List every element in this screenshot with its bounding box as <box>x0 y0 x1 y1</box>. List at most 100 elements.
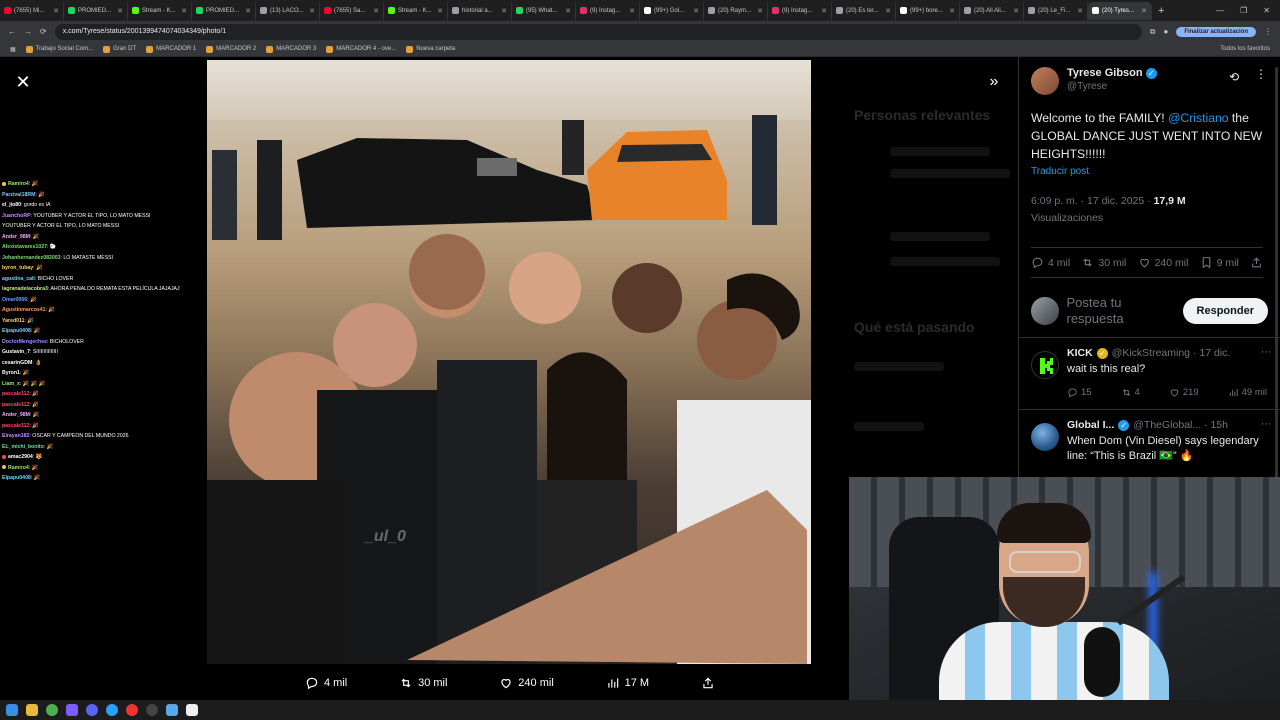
app-icon[interactable] <box>66 704 78 716</box>
browser-tab[interactable]: (20) Raym... ✕ <box>704 1 768 20</box>
chat-username[interactable]: pascale112 <box>2 402 29 408</box>
folder-icon[interactable] <box>26 704 38 716</box>
tab-close-icon[interactable]: ✕ <box>117 7 123 15</box>
forward-icon[interactable]: → <box>24 27 32 36</box>
chat-username[interactable]: Alexistavares1027 <box>2 244 47 250</box>
browser-tab[interactable]: Stream - K... ✕ <box>384 1 448 20</box>
kick-avatar[interactable] <box>1031 351 1059 379</box>
globe-avatar[interactable] <box>1031 423 1059 451</box>
tab-close-icon[interactable]: ✕ <box>757 7 763 15</box>
reply-more-icon[interactable]: ⋯ <box>1261 347 1271 358</box>
reply-more-icon[interactable]: ⋯ <box>1261 419 1271 430</box>
tab-close-icon[interactable]: ✕ <box>885 7 891 15</box>
apps-icon[interactable]: ▦ <box>10 46 16 53</box>
bookmark-item[interactable]: Nueva carpeta <box>406 45 455 53</box>
collapse-panel-icon[interactable]: » <box>985 73 1003 91</box>
menu-icon[interactable]: ⋮ <box>1264 27 1272 36</box>
user-avatar[interactable] <box>1031 297 1059 325</box>
chat-username[interactable]: byron_tubay <box>2 265 33 271</box>
chat-username[interactable]: Ander_98M <box>2 234 30 240</box>
chat-username[interactable]: lagranadelacobra3 <box>2 286 48 292</box>
tab-close-icon[interactable]: ✕ <box>245 7 251 15</box>
panel-share-button[interactable] <box>1250 256 1263 269</box>
chat-username[interactable]: Parzival18RM <box>2 192 35 198</box>
chat-username[interactable]: Yared011 <box>2 318 25 324</box>
reply-submit-button[interactable]: Responder <box>1182 298 1268 324</box>
browser-tab[interactable]: (95) What... ✕ <box>512 1 576 20</box>
bookmark-item[interactable]: MARCADOR 4 - ove... <box>326 45 396 53</box>
new-tab-button[interactable]: + <box>1152 5 1170 17</box>
browser-tab[interactable]: (9) Instag... ✕ <box>768 1 832 20</box>
tab-close-icon[interactable]: ✕ <box>181 7 187 15</box>
tab-close-icon[interactable]: ✕ <box>309 7 315 15</box>
profile-icon[interactable]: ● <box>1163 27 1168 36</box>
reply-input[interactable]: Postea tu respuesta <box>1067 295 1175 327</box>
chat-username[interactable]: pascale112 <box>2 391 29 397</box>
discord-icon[interactable] <box>86 704 98 716</box>
more-options-icon[interactable]: ⋮ <box>1255 67 1267 81</box>
repost-button[interactable]: 30 mil <box>399 676 447 690</box>
panel-repost-button[interactable]: 30 mil <box>1081 256 1126 269</box>
author-avatar[interactable] <box>1031 67 1059 95</box>
browser-tab[interactable]: PROMIED... ✕ <box>192 1 256 20</box>
app-icon[interactable] <box>186 704 198 716</box>
bookmark-item[interactable]: MARCADOR 1 <box>146 45 196 53</box>
views-button[interactable]: 17 M <box>606 676 649 690</box>
chat-username[interactable]: DoctorMengechee <box>2 339 47 345</box>
chat-username[interactable]: agustina_cali <box>2 276 35 282</box>
browser-tab[interactable]: (20) Le_Fi... ✕ <box>1024 1 1088 20</box>
tab-close-icon[interactable]: ✕ <box>1077 7 1083 15</box>
browser-tab[interactable]: PROMIED... ✕ <box>64 1 128 20</box>
tab-close-icon[interactable]: ✕ <box>501 7 507 15</box>
reply-tweet[interactable]: Global I... ✓ @TheGlobal... · 15h When D… <box>1031 419 1271 464</box>
update-button[interactable]: Finalizar actualización <box>1176 26 1256 37</box>
extensions-icon[interactable]: ⧉ <box>1150 27 1156 37</box>
reply-like-button[interactable]: 219 <box>1169 387 1199 398</box>
chat-username[interactable]: JuanchoRP <box>2 213 31 219</box>
browser-tab[interactable]: (99+) bore... ✕ <box>896 1 960 20</box>
reply-tweet[interactable]: KICK ✓ @KickStreaming · 17 dic. wait is … <box>1031 347 1271 398</box>
close-window-icon[interactable]: ✕ <box>1263 6 1270 15</box>
tab-close-icon[interactable]: ✕ <box>949 7 955 15</box>
back-icon[interactable]: ← <box>8 27 16 36</box>
chat-username[interactable]: Elpapu0408 <box>2 328 31 334</box>
panel-bookmark-button[interactable]: 9 mil <box>1200 256 1239 269</box>
chat-username[interactable]: Johanhernandez082003 <box>2 255 61 261</box>
tweet-mention[interactable]: @Cristiano <box>1168 111 1228 125</box>
chat-username[interactable]: Byron1 <box>2 370 20 376</box>
tab-close-icon[interactable]: ✕ <box>437 7 443 15</box>
browser-tab[interactable]: (7655) Sa... ✕ <box>320 1 384 20</box>
tab-close-icon[interactable]: ✕ <box>629 7 635 15</box>
chat-username[interactable]: Agustinmarcos41 <box>2 307 46 313</box>
share-button[interactable] <box>701 676 715 690</box>
chat-username[interactable]: Liam_x <box>2 381 20 387</box>
chat-username[interactable]: EL_michi_bonito <box>2 444 44 450</box>
chat-username[interactable]: pascale112 <box>2 423 29 429</box>
browser-tab[interactable]: (7655) Mi... ✕ <box>0 1 64 20</box>
reply-reply-button[interactable]: 15 <box>1067 387 1092 398</box>
chat-username[interactable]: Ander_98M <box>2 412 30 418</box>
bookmark-item[interactable]: Gran DT <box>103 45 136 53</box>
reload-icon[interactable]: ⟳ <box>40 27 47 36</box>
chrome-icon[interactable] <box>46 704 58 716</box>
chat-username[interactable]: el_jio80 <box>2 202 21 208</box>
chat-username[interactable]: Omar0066 <box>2 297 27 303</box>
reply-repost-button[interactable]: 4 <box>1121 387 1140 398</box>
browser-tab[interactable]: (13) LACO... ✕ <box>256 1 320 20</box>
reply-views-button[interactable]: 49 mil <box>1228 387 1267 398</box>
tab-close-icon[interactable]: ✕ <box>373 7 379 15</box>
app-icon[interactable] <box>106 704 118 716</box>
tab-close-icon[interactable]: ✕ <box>565 7 571 15</box>
panel-like-button[interactable]: 240 mil <box>1138 256 1188 269</box>
chat-username[interactable]: Gustavin_7 <box>2 349 30 355</box>
panel-reply-button[interactable]: 4 mil <box>1031 256 1070 269</box>
close-viewer-icon[interactable]: ✕ <box>14 73 32 91</box>
tweet-author[interactable]: Tyrese Gibson ✓ @Tyrese <box>1031 67 1157 95</box>
bookmark-item[interactable]: MARCADOR 3 <box>266 45 316 53</box>
browser-tab[interactable]: (9) Instag... ✕ <box>576 1 640 20</box>
translate-link[interactable]: Traducir post <box>1031 166 1089 177</box>
tab-close-icon[interactable]: ✕ <box>1013 7 1019 15</box>
tab-close-icon[interactable]: ✕ <box>1141 7 1147 15</box>
browser-tab[interactable]: Stream - K... ✕ <box>128 1 192 20</box>
address-bar[interactable]: x.com/Tyrese/status/2001399474074034349/… <box>54 23 1142 40</box>
